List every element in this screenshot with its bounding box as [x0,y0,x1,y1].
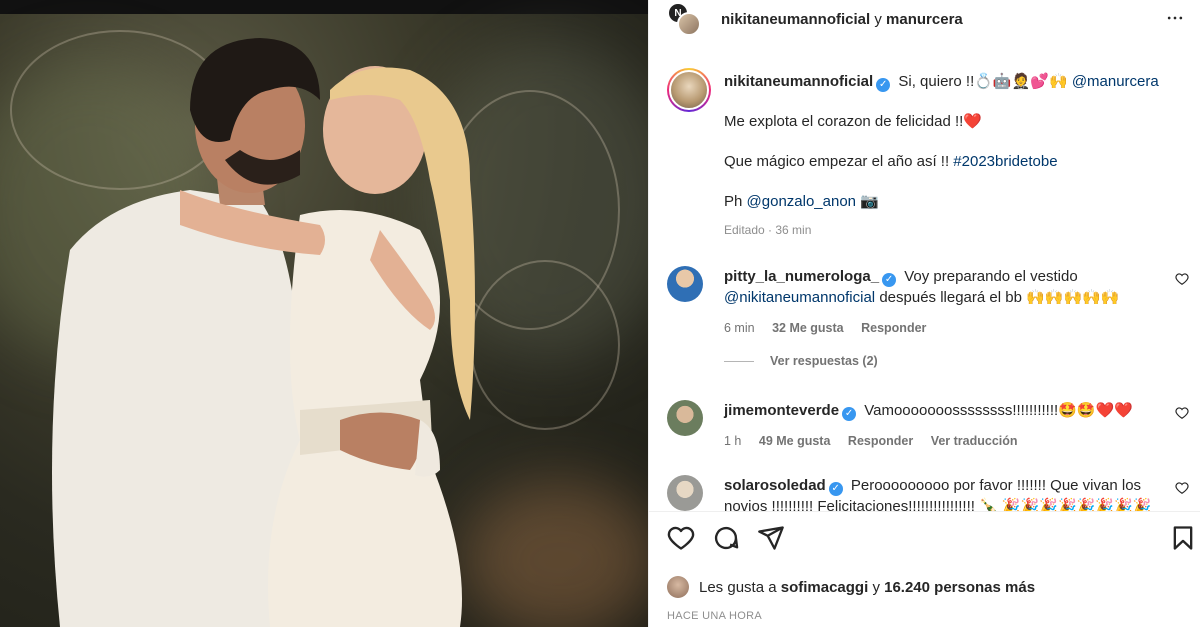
comment-like-heart-icon[interactable] [1175,406,1189,420]
view-replies-label: Ver respuestas (2) [770,354,878,368]
comment-text: Vamooooooossssssss!!!!!!!!!!!🤩🤩❤️❤️ [864,402,1133,419]
caption-line1: Si, quiero !!💍🤖🤵💕🙌 [898,73,1068,90]
header-connector: y [874,10,882,28]
comment-likes-count[interactable]: 32 Me gusta [772,321,844,335]
reply-button[interactable]: Responder [848,434,913,448]
more-horizontal-icon [1167,16,1183,20]
liker-avatar[interactable] [667,576,689,598]
caption-edited-time: Editado · 36 min [724,223,812,237]
header-usernames: nikitaneumannoficial y manurcera [721,11,963,28]
header-user1-link[interactable]: nikitaneumannoficial [721,11,870,28]
post-header: N nikitaneumannoficial y manurcera [649,0,1200,38]
actions-divider [649,511,1200,512]
post-photo[interactable] [0,0,648,627]
likes-summary: Les gusta a sofimacaggi y 16.240 persona… [667,576,1035,598]
save-bookmark-icon[interactable] [1169,524,1197,552]
likes-count-link[interactable]: 16.240 personas más [884,579,1035,596]
photographer-mention-link[interactable]: @gonzalo_anon [747,193,856,210]
comment-time[interactable]: 1 h [724,434,741,448]
caption-username[interactable]: nikitaneumannoficial [724,73,873,90]
comment-like-heart-icon[interactable] [1175,481,1189,495]
comment-mention-link[interactable]: @nikitaneumannoficial [724,289,875,306]
comment-bubble-icon[interactable] [712,524,740,552]
like-heart-icon[interactable] [667,524,695,552]
couple-illustration [52,38,475,627]
caption-line4: Ph [724,193,743,210]
view-replies-button[interactable]: Ver respuestas (2) [724,354,878,368]
see-translation-button[interactable]: Ver traducción [931,434,1018,448]
replies-dash [724,360,754,362]
verified-badge-icon: ✓ [882,273,897,287]
verified-badge-icon: ✓ [876,78,891,92]
comment-likes-count[interactable]: 49 Me gusta [759,434,831,448]
liker-username-link[interactable]: sofimacaggi [781,579,869,596]
comment-time[interactable]: 6 min [724,321,755,335]
post-side-panel: N nikitaneumannoficial y manurcera nikit… [648,0,1200,627]
caption-line2: Me explota el corazon de felicidad !!❤️ [724,113,982,130]
share-send-icon[interactable] [757,524,785,552]
verified-badge-icon: ✓ [828,482,843,496]
comment-like-heart-icon[interactable] [1175,272,1189,286]
avatar-user2[interactable] [677,12,701,36]
comment-avatar[interactable] [667,266,703,302]
comment-meta: 1 h 49 Me gusta Responder Ver traducción [724,431,1164,452]
post-timestamp[interactable]: HACE UNA HORA [667,610,762,622]
comment-username[interactable]: solarosoledad [724,477,826,494]
caption-avatar [669,70,709,110]
camera-emoji: 📷 [860,193,879,210]
comment-avatar[interactable] [667,475,703,511]
caption-avatar-story-ring[interactable] [667,68,711,112]
comment-text: Voy preparando el vestido [904,268,1078,285]
post-actions-bar [649,524,1200,558]
likes-conj: y [872,578,880,596]
comment-username[interactable]: jimemonteverde [724,402,839,419]
likes-prefix: Les gusta a [699,578,777,596]
reply-button[interactable]: Responder [861,321,926,335]
more-options-button[interactable] [1165,8,1185,32]
comment-username[interactable]: pitty_la_numerologa_ [724,268,879,285]
hashtag-link[interactable]: #2023bridetobe [953,153,1057,170]
comment-meta: 6 min 32 Me gusta Responder [724,318,1164,339]
caption-line3: Que mágico empezar el año así !! [724,153,950,170]
header-user2-link[interactable]: manurcera [886,11,963,28]
verified-badge-icon: ✓ [842,407,857,421]
comments-scroll-area[interactable]: nikitaneumannoficial ✓ Si, quiero !!💍🤖🤵💕🙌… [649,56,1200,511]
comment-text-cont: después llegará el bb 🙌🙌🙌🙌🙌 [879,289,1120,306]
collab-avatars[interactable]: N [667,2,701,36]
caption-mention-link[interactable]: @manurcera [1072,73,1159,90]
comment-avatar[interactable] [667,400,703,436]
